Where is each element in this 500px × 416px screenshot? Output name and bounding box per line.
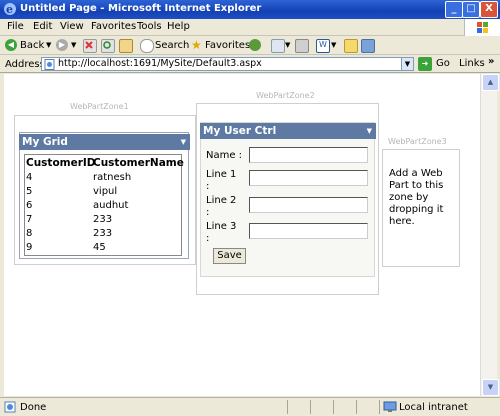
mail-dropdown-icon[interactable]: ▼ [285, 38, 290, 53]
security-zone-text: Local intranet [399, 402, 468, 413]
messenger-icon[interactable] [361, 39, 375, 53]
grid-cell-id: 8 [26, 228, 33, 239]
line3-label: Line 3 : [206, 221, 237, 244]
status-divider [310, 400, 311, 414]
grid-verbs-menu-icon[interactable]: ▼ [181, 134, 186, 150]
menu-tools[interactable]: Tools [137, 21, 162, 32]
go-arrow-icon[interactable]: ➜ [418, 57, 432, 71]
go-label[interactable]: Go [436, 58, 450, 69]
search-icon[interactable] [140, 39, 154, 53]
search-button[interactable]: Search [155, 38, 189, 53]
user-ctrl-part-title: My User Ctrl [203, 125, 277, 137]
forward-arrow-icon[interactable]: ▶ [56, 39, 68, 51]
windows-logo-icon [464, 19, 500, 36]
links-button[interactable]: Links [459, 58, 485, 69]
forward-dropdown-icon[interactable]: ▼ [71, 38, 76, 53]
line1-label: Line 1 : [206, 169, 237, 192]
menu-view[interactable]: View [60, 21, 84, 32]
go-button[interactable]: ➜ Go [418, 57, 456, 71]
window-title: Untitled Page - Microsoft Internet Explo… [20, 3, 262, 14]
scroll-down-icon[interactable]: ▼ [482, 379, 499, 396]
scroll-up-icon[interactable]: ▲ [482, 74, 499, 91]
history-icon[interactable] [249, 39, 261, 51]
stop-icon[interactable] [83, 39, 97, 53]
menu-favorites[interactable]: Favorites [91, 21, 136, 32]
minimize-button[interactable]: _ [445, 1, 463, 18]
address-dropdown-icon[interactable]: ▼ [401, 57, 414, 71]
grid-cell-name: ratnesh [93, 172, 132, 183]
line1-input[interactable] [249, 170, 368, 186]
grid-cell-name: audhut [93, 200, 129, 211]
grid-cell-id: 7 [26, 214, 33, 225]
local-intranet-icon [383, 401, 397, 412]
menu-help[interactable]: Help [167, 21, 190, 32]
zone2-label: WebPartZone2 [256, 91, 315, 100]
page-done-icon [4, 401, 16, 413]
status-divider [379, 400, 380, 414]
folder-icon[interactable] [344, 39, 358, 53]
user-ctrl-part-header: My User Ctrl ▼ [200, 123, 376, 139]
grid-cell-id: 5 [26, 186, 33, 197]
refresh-icon[interactable] [101, 39, 115, 53]
grid-header-customerid: CustomerID [26, 157, 96, 169]
back-arrow-icon[interactable]: ◀ [5, 39, 17, 51]
grid-part-title: My Grid [22, 136, 68, 148]
grid-cell-name: 233 [93, 228, 113, 239]
status-text: Done [20, 402, 47, 413]
address-url[interactable]: http://localhost:1691/MySite/Default3.as… [58, 58, 262, 69]
grid-cell-id: 6 [26, 200, 33, 211]
grid-part-header: My Grid ▼ [19, 134, 190, 150]
status-divider [333, 400, 334, 414]
user-ctrl-verbs-menu-icon[interactable]: ▼ [367, 123, 372, 139]
grid-cell-id: 9 [26, 242, 33, 253]
page-content: WebPartZone1 My Grid ▼ CustomerID Custom… [4, 74, 480, 396]
favorites-button[interactable]: Favorites [205, 38, 250, 53]
zone1-label: WebPartZone1 [70, 102, 129, 111]
grid-cell-name: vipul [93, 186, 118, 197]
zone3-empty-message: Add a Web Part to this zone by dropping … [389, 168, 444, 227]
name-label: Name : [206, 150, 243, 161]
line2-label: Line 2 : [206, 195, 237, 218]
status-bar: Done Local intranet [0, 397, 500, 416]
toolbar: ◀ Back ▼ ▶ ▼ Search ★ Favorites ▼ W ▼ [0, 36, 500, 55]
close-button[interactable]: X [480, 1, 498, 18]
ie-logo-icon: e [4, 3, 16, 16]
menu-file[interactable]: File [7, 21, 24, 32]
status-divider [287, 400, 288, 414]
menu-edit[interactable]: Edit [33, 21, 52, 32]
back-dropdown-icon[interactable]: ▼ [46, 38, 51, 53]
line3-input[interactable] [249, 223, 368, 239]
print-icon[interactable] [295, 39, 309, 53]
edit-dropdown-icon[interactable]: ▼ [331, 38, 336, 53]
favorites-star-icon[interactable]: ★ [191, 39, 203, 51]
mail-icon[interactable] [271, 39, 285, 53]
word-edit-icon[interactable]: W [316, 39, 330, 53]
line2-input[interactable] [249, 197, 368, 213]
vertical-scrollbar[interactable]: ▲ ▼ [480, 74, 499, 396]
grid-cell-name: 233 [93, 214, 113, 225]
address-label: Address [5, 59, 45, 70]
maximize-button[interactable]: □ [462, 1, 480, 18]
name-input[interactable] [249, 147, 368, 163]
menu-bar: File Edit View Favorites Tools Help [0, 19, 500, 36]
title-bar: e Untitled Page - Microsoft Internet Exp… [0, 0, 500, 19]
page-icon [44, 59, 55, 70]
grid-cell-name: 45 [93, 242, 106, 253]
status-divider [356, 400, 357, 414]
links-chevron-icon[interactable]: » [488, 56, 494, 67]
grid-cell-id: 4 [26, 172, 33, 183]
zone3-label: WebPartZone3 [388, 137, 447, 146]
home-icon[interactable] [119, 39, 133, 53]
back-button[interactable]: Back [20, 38, 44, 53]
save-button[interactable]: Save [213, 248, 246, 264]
grid-header-customername: CustomerName [93, 157, 184, 169]
svg-text:e: e [6, 3, 13, 16]
